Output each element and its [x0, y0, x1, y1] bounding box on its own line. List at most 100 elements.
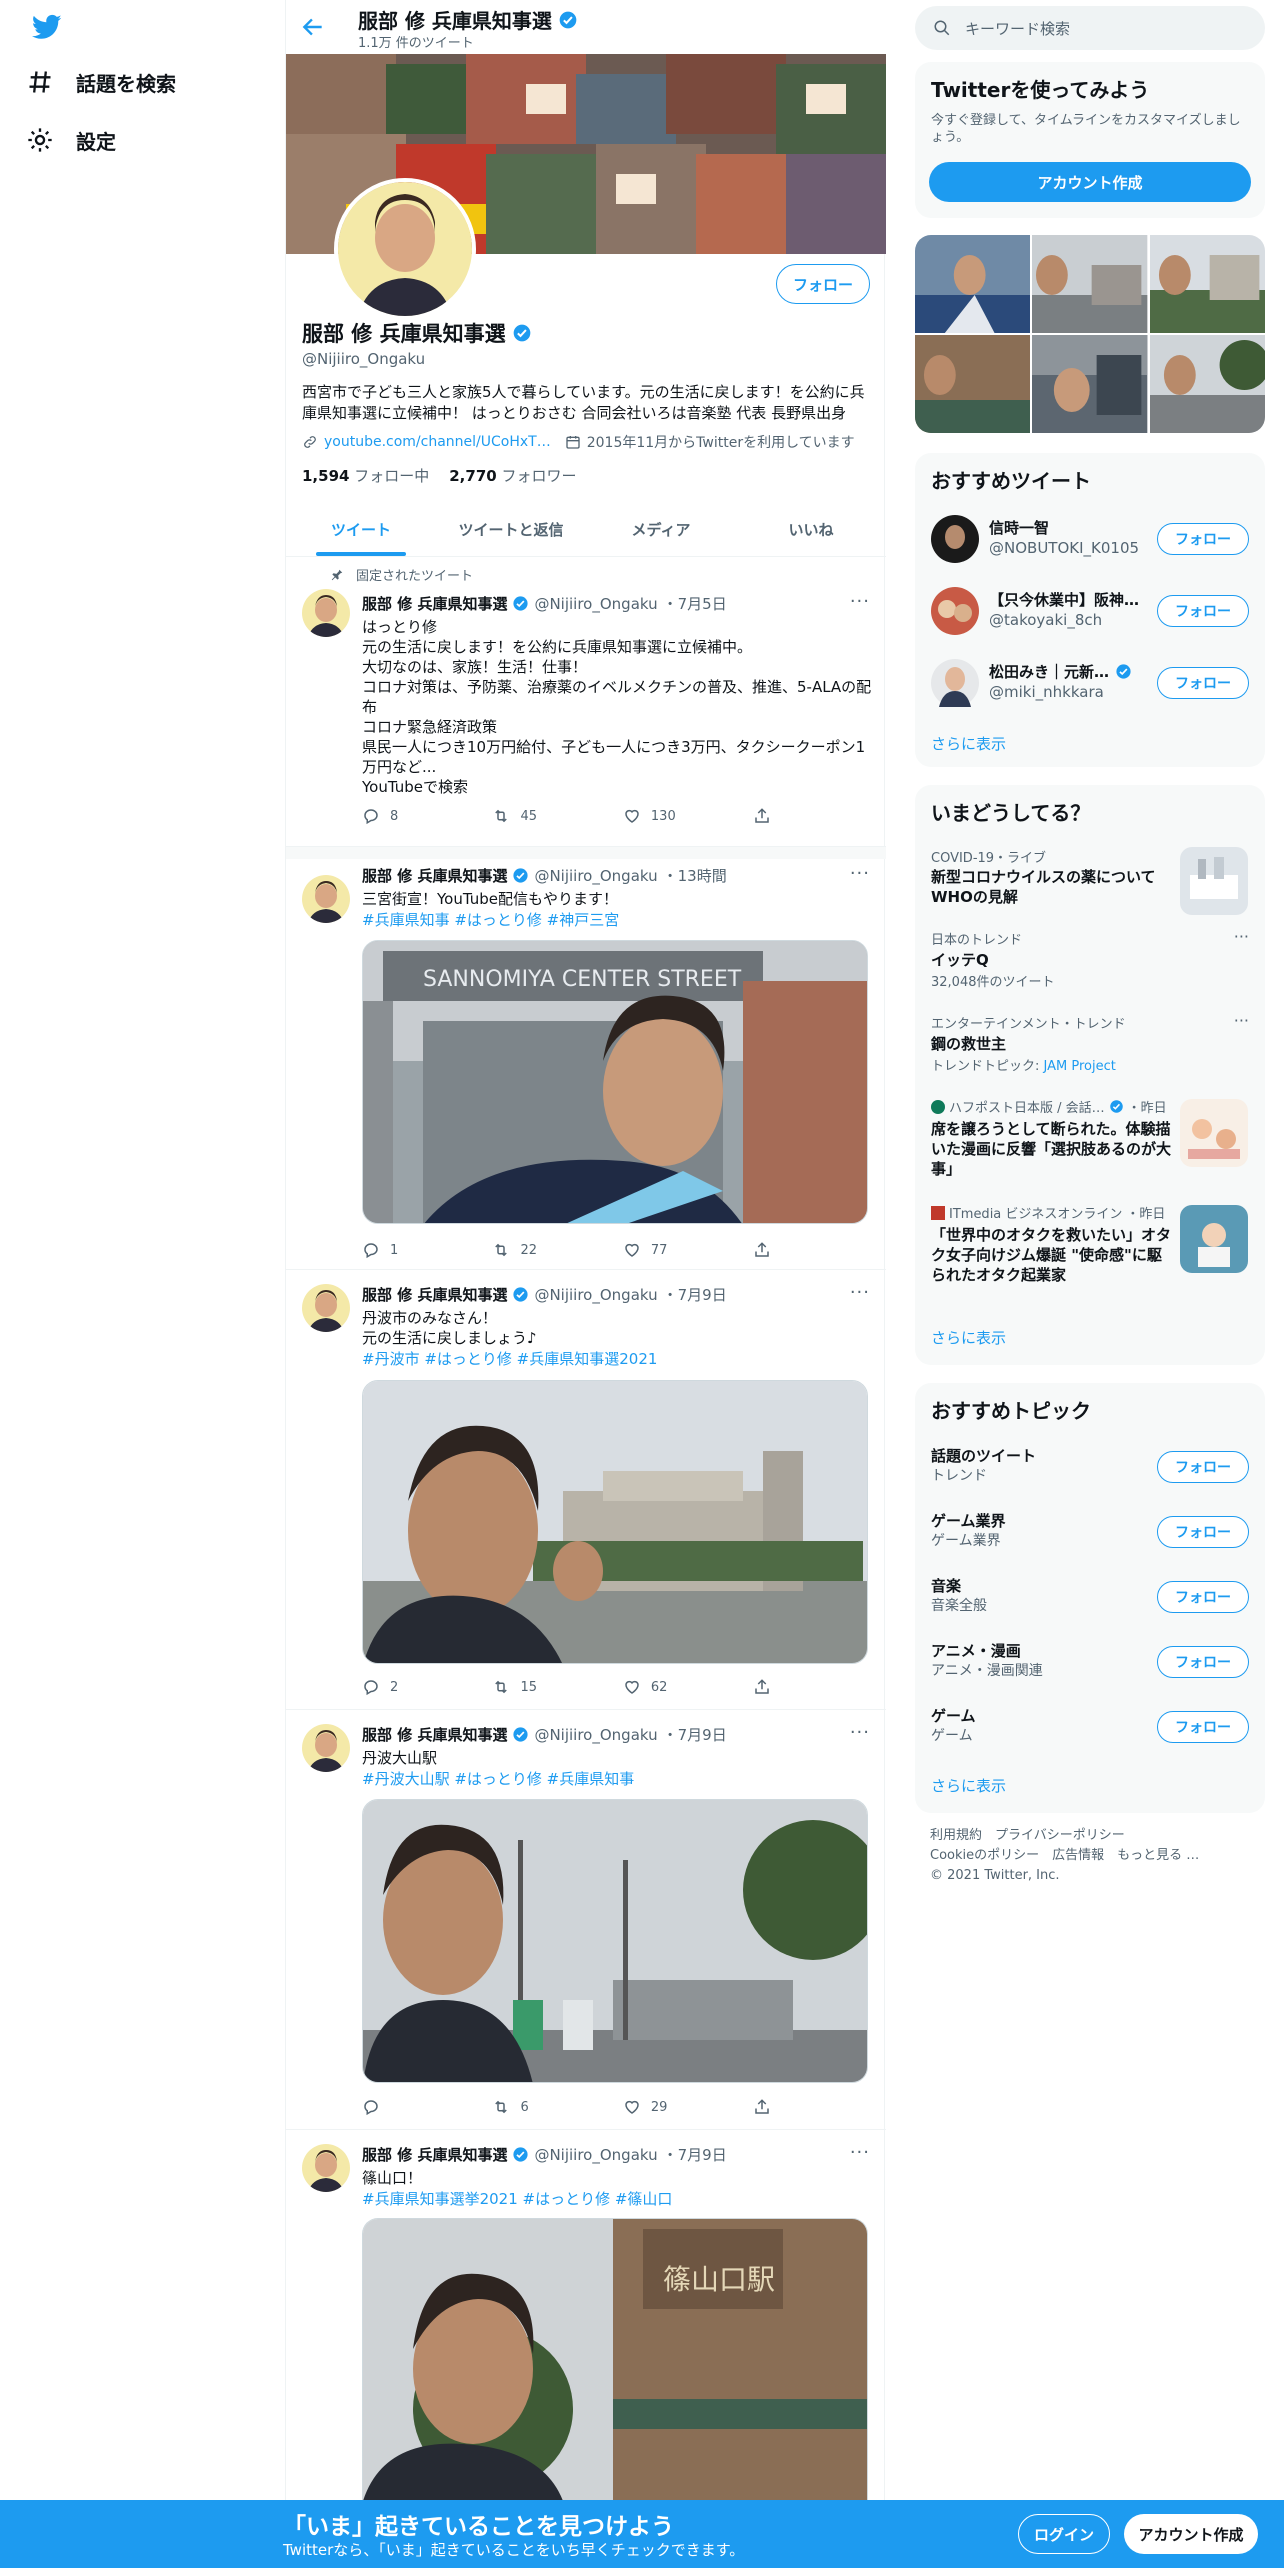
tweet-author-name[interactable]: 服部 修 兵庫県知事選 — [362, 593, 507, 614]
tweet-author-name[interactable]: 服部 修 兵庫県知事選 — [362, 1724, 507, 1745]
trend-item[interactable]: エンターテインメント・トレンド 鋼の救世主 トレンドトピック: JAM Proj… — [915, 1005, 1265, 1089]
retweet-button[interactable]: 22 — [492, 1241, 622, 1259]
signup-button[interactable]: アカウント作成 — [1124, 2514, 1258, 2554]
reply-button[interactable]: 8 — [362, 807, 492, 825]
tweet-item[interactable]: 服部 修 兵庫県知事選 @Nijiiro_Ongaku ・7月9日 ··· 丹波… — [286, 1710, 886, 2130]
footer-links-2[interactable]: Cookieのポリシー 広告情報 もっと見る … — [930, 1846, 1199, 1866]
topic-follow-button[interactable]: フォロー — [1157, 1646, 1249, 1678]
tweet-hashtags[interactable]: #兵庫県知事 #はっとり修 #神戸三宮 — [362, 909, 619, 930]
nav-explore[interactable]: 話題を検索 — [26, 54, 176, 110]
following-link[interactable]: 1,594 フォロー中 — [302, 465, 429, 486]
suggested-user[interactable]: 信時一智 @NOBUTOKI_K0105 フォロー — [915, 505, 1265, 577]
tweet-avatar[interactable] — [302, 589, 350, 637]
tweet-hashtags[interactable]: #兵庫県知事選挙2021 #はっとり修 #篠山口 — [362, 2188, 672, 2209]
create-account-button[interactable]: アカウント作成 — [929, 162, 1251, 202]
trend-item[interactable]: COVID-19・ライブ 新型コロナウイルスの薬についてWHOの見解 — [915, 837, 1265, 921]
media-thumb-4[interactable] — [915, 335, 1031, 433]
retweet-button[interactable]: 45 — [492, 807, 622, 825]
media-thumb-5[interactable] — [1032, 335, 1148, 433]
trend-item[interactable]: ITmedia ビジネスオンライン ・昨日 「世界中のオタクを救いたい」オタク女… — [915, 1195, 1265, 1301]
more-options-icon[interactable]: ··· — [850, 591, 870, 612]
tweet-hashtags[interactable]: #丹波大山駅 #はっとり修 #兵庫県知事 — [362, 1768, 634, 1789]
back-arrow-icon[interactable] — [300, 14, 326, 40]
show-more-link[interactable]: さらに表示 — [931, 1775, 1006, 1796]
tweet-item[interactable]: 服部 修 兵庫県知事選 @Nijiiro_Ongaku ・13時間 ··· 三宮… — [286, 847, 886, 1270]
retweet-button[interactable]: 15 — [492, 1678, 622, 1696]
search-input[interactable]: キーワード検索 — [965, 18, 1070, 39]
follow-button[interactable]: フォロー — [1157, 667, 1249, 699]
media-thumb-1[interactable] — [915, 235, 1031, 333]
share-button[interactable] — [753, 2098, 792, 2116]
tab-likes[interactable]: いいね — [736, 503, 886, 556]
reply-button[interactable]: 2 — [362, 1678, 492, 1696]
suggested-user[interactable]: 【只今休業中】阪神… @takoyaki_8ch フォロー — [915, 577, 1265, 649]
tweet-author-name[interactable]: 服部 修 兵庫県知事選 — [362, 865, 507, 886]
tweet-author-name[interactable]: 服部 修 兵庫県知事選 — [362, 2144, 507, 2165]
topic-item[interactable]: 話題のツイート トレンド フォロー — [915, 1435, 1265, 1500]
profile-link[interactable]: youtube.com/channel/UCoHxT… — [302, 434, 551, 450]
tweet-media-image[interactable]: 篠山口駅 — [362, 2218, 868, 2500]
topic-item[interactable]: ゲーム ゲーム フォロー — [915, 1695, 1265, 1760]
trend-subtitle-link[interactable]: JAM Project — [1044, 1059, 1116, 1074]
profile-follow-button[interactable]: フォロー — [776, 264, 870, 304]
tweet-time[interactable]: ・7月9日 — [663, 1724, 727, 1745]
topic-follow-button[interactable]: フォロー — [1157, 1516, 1249, 1548]
topic-item[interactable]: アニメ・漫画 アニメ・漫画関連 フォロー — [915, 1630, 1265, 1695]
media-thumb-3[interactable] — [1149, 235, 1265, 333]
suggested-user[interactable]: 松田みき｜元新… @miki_nhkkara フォロー — [915, 649, 1265, 721]
tweet-avatar[interactable] — [302, 875, 350, 923]
more-options-icon[interactable]: ··· — [1234, 927, 1249, 946]
more-options-icon[interactable]: ··· — [850, 2142, 870, 2163]
share-button[interactable] — [753, 1241, 792, 1259]
tweet-media-image[interactable] — [362, 1799, 868, 2083]
topic-item[interactable]: 音楽 音楽全般 フォロー — [915, 1565, 1265, 1630]
tab-tweets-replies[interactable]: ツイートと返信 — [436, 503, 586, 556]
tweet-media-image[interactable] — [362, 1380, 868, 1664]
more-options-icon[interactable]: ··· — [850, 863, 870, 884]
like-button[interactable]: 77 — [623, 1241, 753, 1259]
tweet-time[interactable]: ・13時間 — [663, 865, 727, 886]
media-thumb-2[interactable] — [1032, 235, 1148, 333]
followers-link[interactable]: 2,770 フォロワー — [449, 465, 576, 486]
login-button[interactable]: ログイン — [1018, 2514, 1110, 2554]
reply-button[interactable]: 1 — [362, 1241, 492, 1259]
like-button[interactable]: 130 — [623, 807, 753, 825]
footer-links-1[interactable]: 利用規約 プライバシーポリシー — [930, 1826, 1199, 1846]
share-button[interactable] — [753, 807, 792, 825]
retweet-button[interactable]: 6 — [492, 2098, 622, 2116]
like-button[interactable]: 29 — [623, 2098, 753, 2116]
search-box[interactable]: キーワード検索 — [915, 6, 1265, 50]
tweet-time[interactable]: ・7月5日 — [663, 593, 727, 614]
trend-item[interactable]: ハフポスト日本版 / 会話… ・昨日 席を譲ろうとして断られた。体験描いた漫画に… — [915, 1089, 1265, 1195]
tweet-pinned[interactable]: 固定されたツイート 服部 修 兵庫県知事選 @Nijiiro_Ongaku ・7… — [286, 557, 886, 847]
topic-follow-button[interactable]: フォロー — [1157, 1451, 1249, 1483]
topic-item[interactable]: ゲーム業界 ゲーム業界 フォロー — [915, 1500, 1265, 1565]
tab-tweets[interactable]: ツイート — [286, 503, 436, 556]
show-more-link[interactable]: さらに表示 — [931, 733, 1006, 754]
more-options-icon[interactable]: ··· — [850, 1282, 870, 1303]
tweet-item[interactable]: 服部 修 兵庫県知事選 @Nijiiro_Ongaku ・7月9日 ··· 篠山… — [286, 2130, 886, 2500]
reply-button[interactable] — [362, 2098, 492, 2116]
like-button[interactable]: 62 — [623, 1678, 753, 1696]
more-options-icon[interactable]: ··· — [850, 1722, 870, 1743]
nav-settings[interactable]: 設定 — [26, 112, 116, 168]
tweet-avatar[interactable] — [302, 1284, 350, 1332]
media-thumb-6[interactable] — [1149, 335, 1265, 433]
tweet-avatar[interactable] — [302, 1724, 350, 1772]
tweet-time[interactable]: ・7月9日 — [663, 1284, 727, 1305]
tweet-media-image[interactable]: SANNOMIYA CENTER STREET — [362, 940, 868, 1224]
tab-media[interactable]: メディア — [586, 503, 736, 556]
follow-button[interactable]: フォロー — [1157, 595, 1249, 627]
trend-item[interactable]: 日本のトレンド イッテQ 32,048件のツイート ··· — [915, 921, 1265, 1005]
tweet-hashtags[interactable]: #丹波市 #はっとり修 #兵庫県知事選2021 — [362, 1348, 657, 1369]
tweet-author-name[interactable]: 服部 修 兵庫県知事選 — [362, 1284, 507, 1305]
profile-avatar[interactable] — [334, 178, 476, 320]
share-button[interactable] — [753, 1678, 792, 1696]
tweet-time[interactable]: ・7月9日 — [663, 2144, 727, 2165]
follow-button[interactable]: フォロー — [1157, 523, 1249, 555]
topic-follow-button[interactable]: フォロー — [1157, 1711, 1249, 1743]
tweet-avatar[interactable] — [302, 2144, 350, 2192]
show-more-link[interactable]: さらに表示 — [931, 1327, 1006, 1348]
topic-follow-button[interactable]: フォロー — [1157, 1581, 1249, 1613]
twitter-logo-icon[interactable] — [30, 12, 64, 42]
